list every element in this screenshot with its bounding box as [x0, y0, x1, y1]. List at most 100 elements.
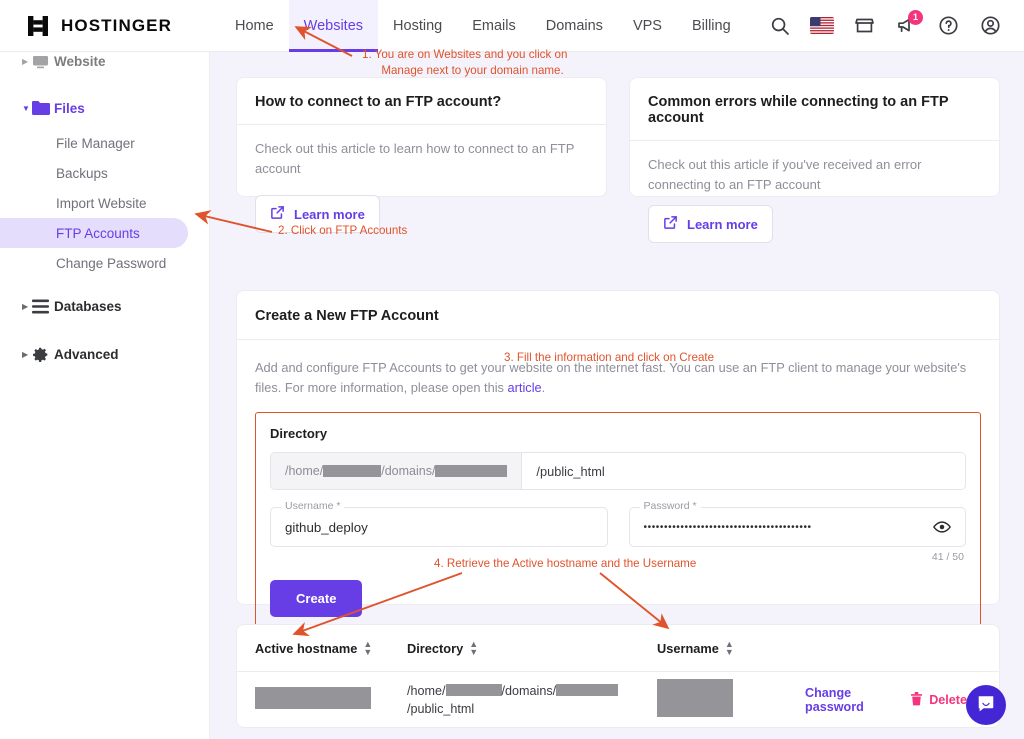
sidebar-group-files-label: Files — [54, 101, 85, 116]
sidebar-item-import-website[interactable]: Import Website — [0, 188, 209, 218]
intercom-chat-icon — [976, 693, 996, 718]
trash-icon — [910, 692, 923, 709]
sidebar-item-website-label: Website — [54, 54, 106, 69]
sidebar: ▶ Website ▼ Files File Manager Backups I… — [0, 52, 210, 739]
table-row: /home/ /domains/ /public_html Change passw… — [237, 672, 999, 728]
redacted-domain-block — [435, 465, 507, 477]
sidebar-group-advanced[interactable]: ▶ Advanced — [0, 334, 209, 374]
sidebar-item-file-manager[interactable]: File Manager — [0, 128, 209, 158]
search-icon[interactable] — [768, 14, 792, 38]
cell-directory-home: /home/ — [407, 684, 446, 698]
column-header-directory[interactable]: Directory ▲▼ — [407, 640, 657, 656]
password-character-counter: 41 / 50 — [932, 551, 964, 563]
help-article-cards: How to connect to an FTP account? Check … — [236, 77, 1000, 197]
column-header-active-hostname[interactable]: Active hostname ▲▼ — [255, 640, 407, 656]
cell-active-hostname — [255, 687, 407, 713]
store-icon[interactable] — [852, 14, 876, 38]
chevron-right-icon: ▶ — [22, 302, 32, 311]
create-button[interactable]: Create — [270, 580, 362, 617]
password-value: ••••••••••••••••••••••••••••••••••••••••… — [644, 522, 812, 533]
redacted-user-block — [446, 684, 502, 696]
card-create-ftp-account: Create a New FTP Account Add and configu… — [236, 290, 1000, 605]
eye-icon[interactable] — [933, 520, 951, 534]
sidebar-group-databases-label: Databases — [54, 299, 122, 314]
learn-more-label: Learn more — [294, 207, 365, 222]
password-input[interactable]: ••••••••••••••••••••••••••••••••••••••••… — [629, 507, 967, 547]
card-common-errors-text: Check out this article if you've receive… — [648, 155, 970, 195]
announcements-megaphone-icon[interactable]: 1 — [894, 14, 918, 38]
column-header-directory-label: Directory — [407, 641, 463, 656]
primary-nav-links: Home Websites Hosting Emails Domains VPS… — [220, 0, 746, 52]
create-ftp-title: Create a New FTP Account — [237, 291, 999, 340]
gear-icon — [32, 346, 54, 363]
sort-icon: ▲▼ — [725, 640, 734, 656]
delete-label: Delete — [929, 693, 967, 707]
sort-icon: ▲▼ — [469, 640, 478, 656]
learn-more-button-how-to-connect[interactable]: Learn more — [255, 195, 380, 233]
redacted-username-value-block — [657, 679, 733, 717]
chevron-down-icon: ▼ — [22, 104, 32, 113]
username-value: github_deploy — [285, 520, 368, 535]
directory-prefix-readonly: /home//domains/ — [271, 453, 522, 489]
cell-username — [657, 679, 797, 721]
card-common-errors-body: Check out this article if you've receive… — [630, 141, 999, 243]
chevron-right-icon: ▶ — [22, 57, 32, 66]
card-common-errors: Common errors while connecting to an FTP… — [629, 77, 1000, 197]
nav-link-emails[interactable]: Emails — [457, 0, 531, 52]
brand-logo[interactable]: HOSTINGER — [26, 14, 172, 38]
brand-name: HOSTINGER — [61, 16, 172, 36]
nav-link-websites[interactable]: Websites — [289, 0, 378, 52]
learn-more-button-common-errors[interactable]: Learn more — [648, 205, 773, 243]
cell-directory: /home/ /domains/ /public_html — [407, 682, 657, 719]
sidebar-item-backups[interactable]: Backups — [0, 158, 209, 188]
us-flag-icon[interactable] — [810, 14, 834, 38]
nav-link-domains[interactable]: Domains — [531, 0, 618, 52]
credentials-row: Username * github_deploy Password * ••••… — [270, 507, 966, 547]
card-how-to-connect-text: Check out this article to learn how to c… — [255, 139, 588, 179]
username-input[interactable]: github_deploy — [270, 507, 608, 547]
hostinger-h-logo-icon — [26, 14, 50, 38]
account-avatar-icon[interactable] — [978, 14, 1002, 38]
top-navigation-bar: HOSTINGER Home Websites Hosting Emails D… — [0, 0, 1024, 52]
top-nav-actions: 1 — [768, 14, 1002, 38]
help-question-icon[interactable] — [936, 14, 960, 38]
create-ftp-description-period: . — [542, 380, 546, 395]
sidebar-group-files[interactable]: ▼ Files — [0, 88, 209, 128]
create-ftp-description-text: Add and configure FTP Accounts to get yo… — [255, 360, 966, 395]
change-password-link[interactable]: Change password — [805, 686, 910, 714]
column-header-username-label: Username — [657, 641, 719, 656]
username-field-wrapper: Username * github_deploy — [270, 507, 608, 547]
folder-icon — [32, 100, 54, 116]
redacted-hostname-block — [255, 687, 371, 709]
external-link-icon — [663, 215, 678, 233]
redacted-username-block — [323, 465, 381, 477]
sidebar-item-website-cutoff[interactable]: ▶ Website — [0, 52, 210, 74]
password-field-wrapper: Password * •••••••••••••••••••••••••••••… — [629, 507, 967, 547]
directory-field-row: /home//domains/ /public_html — [270, 452, 966, 490]
article-link[interactable]: article — [508, 380, 542, 395]
nav-link-home[interactable]: Home — [220, 0, 289, 52]
learn-more-label: Learn more — [687, 217, 758, 232]
directory-input[interactable]: /public_html — [522, 453, 965, 489]
sort-icon: ▲▼ — [363, 640, 372, 656]
nav-link-hosting[interactable]: Hosting — [378, 0, 457, 52]
external-link-icon — [270, 205, 285, 223]
ftp-accounts-table: Active hostname ▲▼ Directory ▲▼ Username… — [236, 624, 1000, 728]
sidebar-group-databases[interactable]: ▶ Databases — [0, 286, 209, 326]
sidebar-item-ftp-accounts[interactable]: FTP Accounts — [0, 218, 188, 248]
cell-directory-publichtml: /public_html — [407, 702, 474, 716]
column-header-username[interactable]: Username ▲▼ — [657, 640, 797, 656]
delete-button[interactable]: Delete — [910, 692, 967, 709]
card-how-to-connect-body: Check out this article to learn how to c… — [237, 125, 606, 233]
column-header-active-hostname-label: Active hostname — [255, 641, 357, 656]
sidebar-item-change-password[interactable]: Change Password — [0, 248, 209, 278]
nav-link-vps[interactable]: VPS — [618, 0, 677, 52]
nav-link-billing[interactable]: Billing — [677, 0, 746, 52]
username-label: Username * — [281, 500, 344, 512]
sidebar-group-advanced-label: Advanced — [54, 347, 119, 362]
table-header-row: Active hostname ▲▼ Directory ▲▼ Username… — [237, 625, 999, 672]
cell-directory-domains: /domains/ — [502, 684, 557, 698]
intercom-chat-button[interactable] — [966, 685, 1006, 725]
main-content: How to connect to an FTP account? Check … — [210, 52, 1024, 739]
redacted-domain-block — [556, 684, 618, 696]
